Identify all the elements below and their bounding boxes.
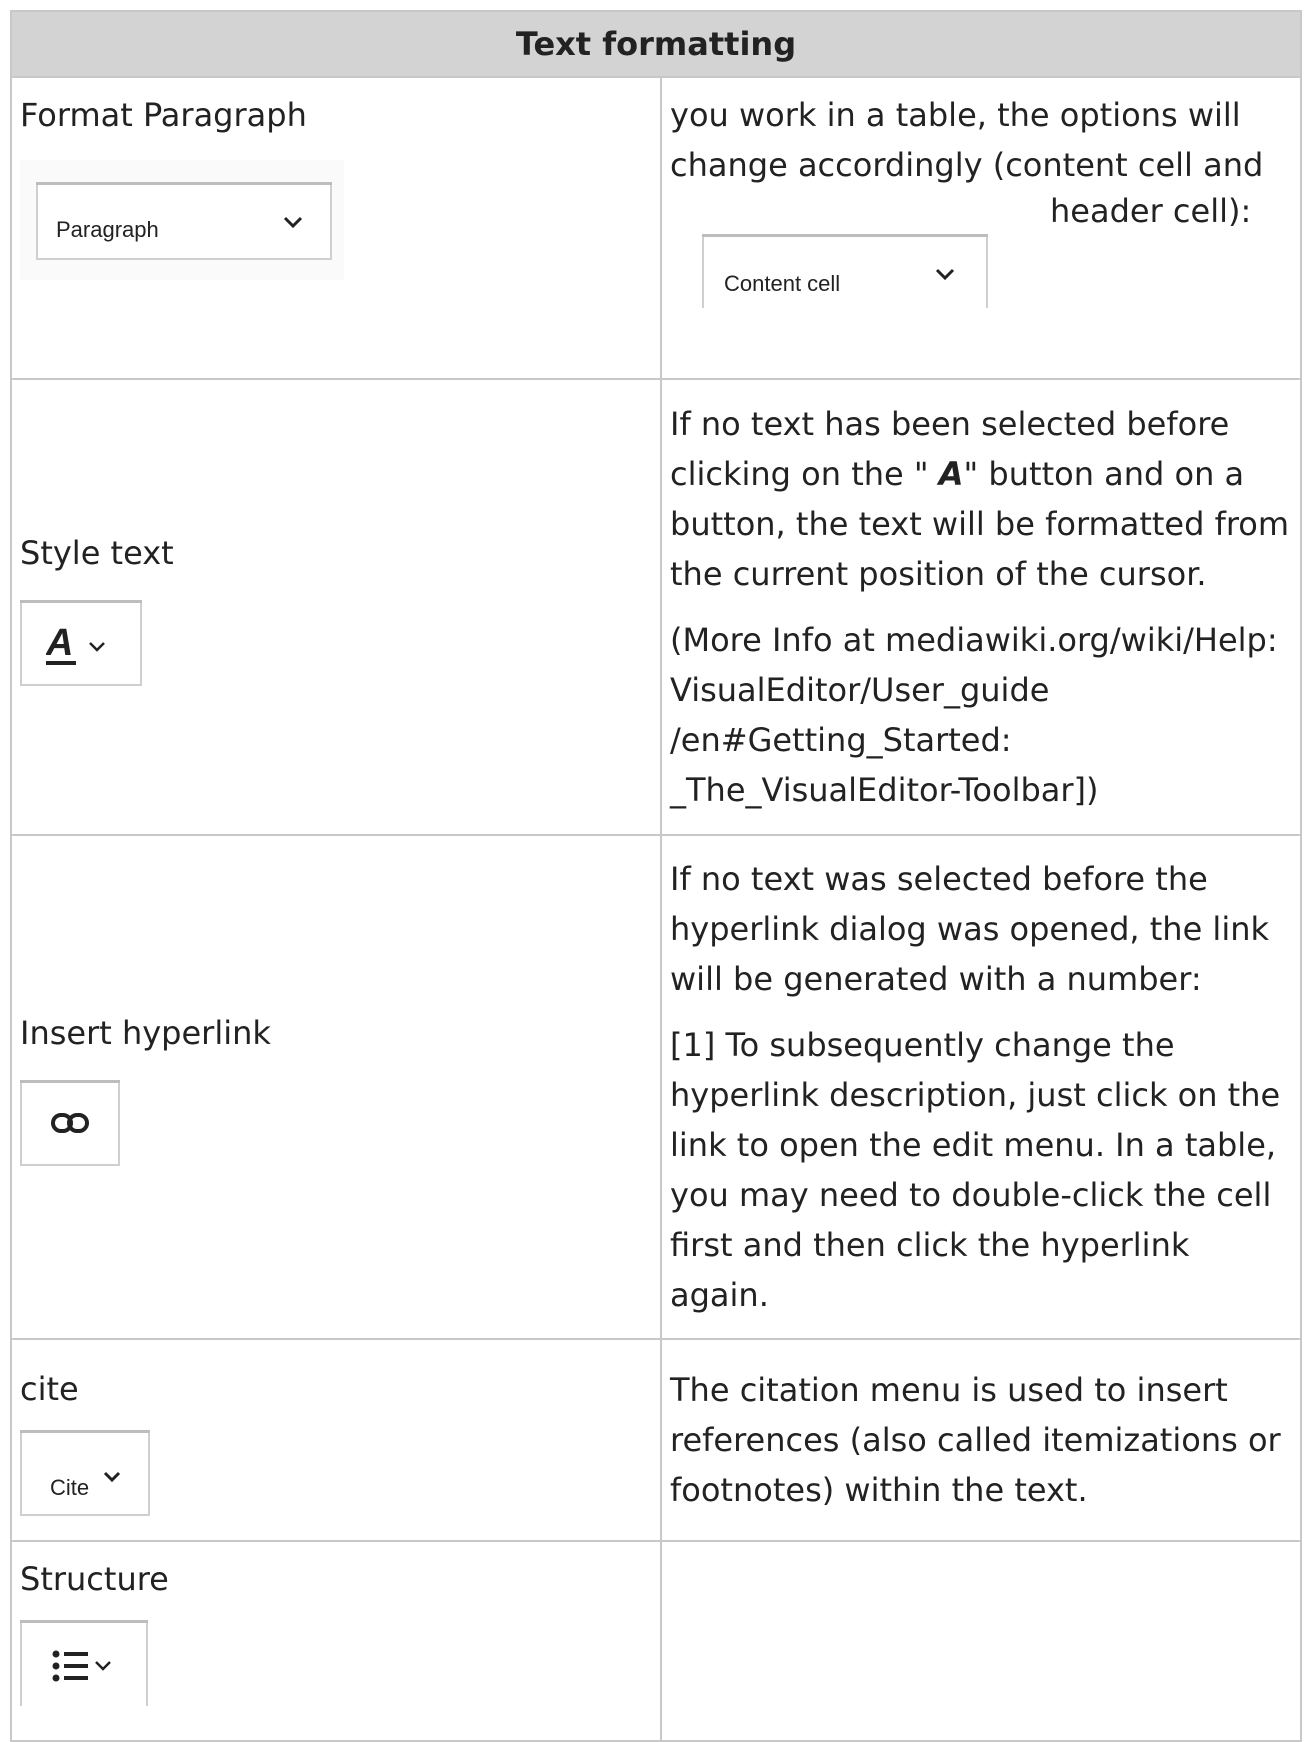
- feature-label: cite: [20, 1370, 79, 1408]
- feature-label: Format Paragraph: [20, 96, 307, 134]
- content-cell-dropdown-label: Content cell: [724, 271, 841, 296]
- chevron-down-icon: [935, 268, 955, 281]
- feature-label: Style text: [20, 534, 174, 572]
- table-row: Structure: [10, 1540, 1302, 1742]
- style-text-button-image: A: [20, 600, 142, 686]
- description-cell: If no text was selected before the hyper…: [660, 834, 1302, 1340]
- description-text: The citation menu is used to insert refe…: [670, 1371, 1281, 1509]
- more-info-text: (More Info at mediawiki.org/wiki/Help: V…: [670, 621, 1278, 809]
- cite-button-image: Cite: [20, 1430, 150, 1516]
- chevron-down-icon: [283, 216, 303, 229]
- paragraph-dropdown-label: Paragraph: [56, 217, 159, 242]
- feature-cell: cite Cite: [10, 1338, 662, 1542]
- table-header: Text formatting: [10, 10, 1302, 78]
- table-row: Insert hyperlink If no text was selected…: [10, 834, 1302, 1340]
- bold-italic-a-glyph: A: [938, 455, 964, 493]
- feature-cell: Structure: [10, 1540, 662, 1742]
- table-row: Style text A If no text has been selecte…: [10, 378, 1302, 836]
- cite-button-label: Cite: [50, 1475, 90, 1500]
- link-icon: [51, 1113, 89, 1133]
- chevron-down-icon: [103, 1471, 121, 1483]
- description-cell: If no text has been selected before clic…: [660, 378, 1302, 836]
- feature-label: Insert hyperlink: [20, 1014, 271, 1052]
- description-cell: [660, 1540, 1302, 1742]
- table-row: Format Paragraph Paragraph you work in a…: [10, 76, 1302, 380]
- feature-label: Structure: [20, 1560, 169, 1598]
- content-cell-dropdown-image: Content cell: [670, 190, 1038, 360]
- bulleted-list-icon: [52, 1650, 111, 1682]
- feature-cell: Format Paragraph Paragraph: [10, 76, 662, 380]
- description-cell: The citation menu is used to insert refe…: [660, 1338, 1302, 1542]
- structure-button-image: [20, 1620, 148, 1706]
- hyperlink-button-image: [20, 1080, 120, 1166]
- svg-text:A: A: [46, 622, 73, 664]
- paragraph-dropdown-image: Paragraph: [20, 160, 344, 280]
- text-formatting-table: Text formatting Format Paragraph Paragra…: [10, 10, 1302, 1742]
- description-cell: you work in a table, the options will ch…: [660, 76, 1302, 380]
- description-text: If no text was selected before the hyper…: [670, 860, 1270, 998]
- description-text-continued: header cell):: [1050, 192, 1252, 230]
- description-text: you work in a table, the options will ch…: [670, 96, 1264, 184]
- table-row: cite Cite The citation menu is used to i…: [10, 1338, 1302, 1542]
- description-text: [1] To subsequently change the hyperlink…: [670, 1026, 1281, 1314]
- feature-cell: Insert hyperlink: [10, 834, 662, 1340]
- text-style-icon: A: [46, 622, 105, 665]
- feature-cell: Style text A: [10, 378, 662, 836]
